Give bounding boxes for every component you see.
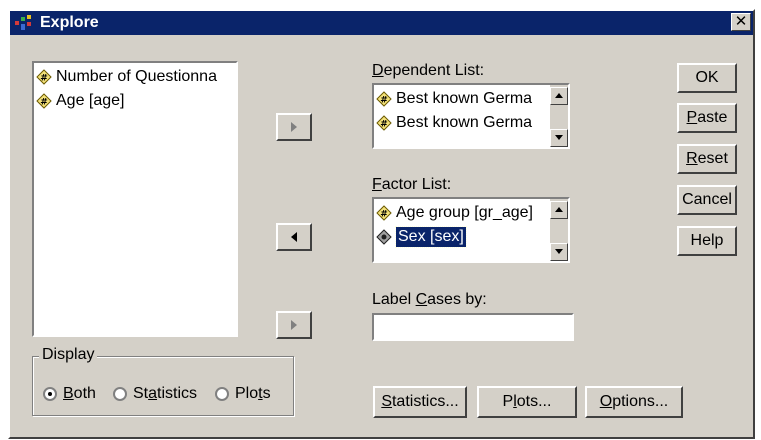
button-label: Cancel [682, 191, 732, 208]
nominal-variable-icon [376, 229, 392, 245]
dependent-list-label: Dependent List: [372, 62, 484, 80]
list-item[interactable]: # Best known Germa [374, 111, 568, 135]
source-variable-list[interactable]: # Number of Questionna # Age [age] [32, 61, 238, 337]
statistics-button[interactable]: Statistics... [373, 386, 467, 418]
explore-dialog: Explore ✕ # Number of Questionna # Age [… [8, 9, 755, 439]
radio-label: Plo [235, 385, 259, 402]
radio-unchecked-icon [215, 387, 229, 401]
arrow-down-icon [555, 249, 563, 254]
button-mnemonic: R [686, 150, 698, 167]
scroll-up-button[interactable] [550, 201, 568, 219]
svg-text:#: # [380, 120, 388, 130]
arrow-up-icon [555, 93, 563, 98]
arrow-up-icon [555, 207, 563, 212]
button-label: ptions... [612, 393, 669, 410]
arrow-left-icon [291, 232, 297, 242]
vertical-scrollbar[interactable] [550, 199, 568, 261]
label-cases-field[interactable] [372, 313, 574, 341]
paste-button[interactable]: Paste [677, 103, 737, 133]
list-item[interactable]: # Best known Germa [374, 87, 568, 111]
options-button[interactable]: Options... [585, 386, 683, 418]
help-button[interactable]: Help [677, 226, 737, 256]
list-item-label: Best known Germa [396, 90, 533, 107]
svg-text:#: # [380, 96, 388, 106]
window-title: Explore [40, 14, 99, 31]
list-item-label: Best known Germa [396, 114, 533, 131]
list-item-label: Sex [sex] [395, 226, 467, 248]
label-cases-label: Label Cases by: [372, 291, 487, 309]
button-label: tatistics... [391, 393, 459, 410]
button-label: Help [690, 232, 724, 249]
radio-unchecked-icon [113, 387, 127, 401]
arrow-right-icon [291, 122, 297, 132]
list-item-label: Number of Questionna [56, 68, 217, 85]
button-mnemonic: P [686, 109, 698, 126]
label-mnemonic: D [372, 62, 384, 79]
move-to-label-cases-button[interactable] [276, 311, 312, 339]
scroll-up-button[interactable] [550, 87, 568, 105]
move-from-factor-button[interactable] [276, 223, 312, 251]
move-to-dependent-button[interactable] [276, 113, 312, 141]
button-label: P [502, 393, 514, 410]
radio-label: tistics [157, 385, 198, 402]
label-text: ases by: [427, 291, 487, 308]
close-button[interactable]: ✕ [731, 13, 751, 31]
button-mnemonic: O [599, 393, 613, 410]
display-group: Display Both Statistics Plots [32, 346, 294, 416]
cancel-button[interactable]: Cancel [677, 185, 737, 215]
display-group-legend: Display [39, 346, 98, 364]
ok-button[interactable]: OK [677, 63, 737, 93]
svg-text:#: # [40, 98, 48, 108]
radio-label: St [133, 385, 149, 402]
label-text: Label [372, 291, 416, 308]
list-item[interactable]: # Age group [gr_age] [374, 201, 568, 225]
arrow-down-icon [555, 135, 563, 140]
scroll-down-button[interactable] [550, 243, 568, 261]
scale-variable-icon: # [376, 91, 392, 107]
list-item[interactable]: # Number of Questionna [34, 65, 236, 89]
radio-label: s [262, 385, 271, 402]
vertical-scrollbar[interactable] [550, 85, 568, 147]
dependent-list[interactable]: # Best known Germa # Best known Germa [372, 83, 570, 149]
button-mnemonic: S [381, 393, 392, 410]
scale-variable-icon: # [376, 205, 392, 221]
label-mnemonic: F [372, 176, 382, 193]
svg-text:#: # [40, 74, 48, 84]
close-icon: ✕ [734, 13, 748, 30]
plots-button[interactable]: Plots... [477, 386, 577, 418]
list-item-label: Age group [gr_age] [396, 204, 533, 221]
button-label: OK [695, 69, 719, 86]
scroll-down-button[interactable] [550, 129, 568, 147]
svg-text:#: # [380, 210, 388, 220]
scale-variable-icon: # [36, 93, 52, 109]
button-label: aste [697, 109, 728, 126]
label-text: ependent List: [383, 62, 485, 79]
scale-variable-icon: # [36, 69, 52, 85]
radio-checked-icon [43, 387, 57, 401]
reset-button[interactable]: Reset [677, 144, 737, 174]
factor-list-label: Factor List: [372, 176, 451, 194]
button-label: eset [697, 150, 728, 167]
radio-mnemonic: B [63, 385, 74, 402]
arrow-right-icon [291, 320, 297, 330]
list-item[interactable]: # Age [age] [34, 89, 236, 113]
label-mnemonic: C [415, 291, 428, 308]
title-bar: Explore ✕ [10, 11, 753, 35]
label-text: actor List: [381, 176, 452, 193]
list-item-selected[interactable]: Sex [sex] [374, 225, 568, 249]
scale-variable-icon: # [376, 115, 392, 131]
explore-app-icon [15, 15, 31, 30]
factor-list[interactable]: # Age group [gr_age] Sex [sex] [372, 197, 570, 263]
radio-mnemonic: a [148, 385, 158, 402]
radio-label: oth [73, 385, 96, 402]
list-item-label: Age [age] [56, 92, 125, 109]
button-label: ots... [516, 393, 552, 410]
